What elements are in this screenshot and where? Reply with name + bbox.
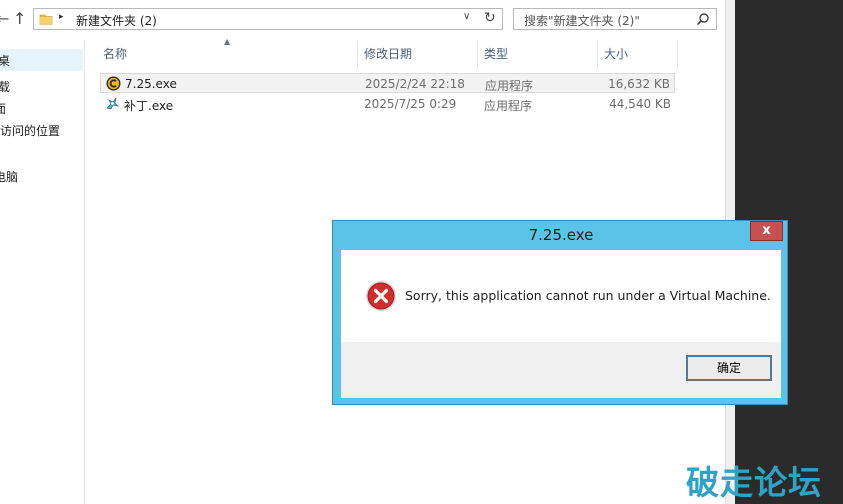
file-row[interactable]: 补丁.exe 2025/7/25 0:29 应用程序 44,540 KB (100, 94, 675, 114)
folder-icon (39, 14, 53, 25)
breadcrumb-separator[interactable]: ▸ (59, 12, 64, 22)
column-header-type[interactable]: 类型 (478, 40, 598, 68)
error-dialog: 7.25.exe x Sorry, this application canno… (332, 220, 788, 405)
error-icon (366, 281, 396, 311)
nav-item-downloads[interactable]: 载 (0, 78, 10, 95)
navigation-pane: 桌 载 面 访问的位置 电脑 (0, 40, 85, 504)
address-bar[interactable]: ▸ 新建文件夹 (2) ∨ ↻ (33, 8, 503, 30)
chevron-down-icon[interactable]: ∨ (463, 11, 470, 22)
forum-watermark: 破走论坛 (686, 463, 822, 502)
close-button[interactable]: x (750, 221, 783, 241)
file-type: 应用程序 (484, 99, 533, 113)
file-modified: 2025/2/24 22:18 (365, 77, 465, 91)
app-c-icon (106, 76, 121, 91)
file-name: 7.25.exe (125, 77, 177, 91)
column-header-name[interactable]: 名称 (97, 40, 358, 68)
file-row[interactable]: 7.25.exe 2025/2/24 22:18 应用程序 16,632 KB (100, 73, 675, 93)
column-header-modified[interactable]: 修改日期 (358, 40, 478, 68)
file-modified: 2025/7/25 0:29 (364, 97, 457, 111)
patch-icon (106, 97, 120, 110)
nav-item-recent-places[interactable]: 访问的位置 (0, 122, 60, 139)
dialog-title: 7.25.exe (528, 226, 594, 244)
nav-item-this-pc[interactable]: 电脑 (0, 168, 18, 185)
file-name: 补丁.exe (124, 99, 174, 113)
search-placeholder: 搜索"新建文件夹 (2)" (524, 14, 640, 28)
file-size: 44,540 KB (609, 97, 671, 111)
column-header-size[interactable]: 大小 (598, 40, 678, 68)
dialog-message: Sorry, this application cannot run under… (405, 288, 771, 303)
up-arrow-icon[interactable]: ↑ (13, 9, 26, 28)
search-icon[interactable] (696, 12, 710, 26)
back-arrow-icon[interactable]: ← (0, 9, 9, 28)
nav-item-documents[interactable]: 面 (0, 100, 6, 117)
refresh-icon[interactable]: ↻ (484, 10, 496, 26)
navigation-bar: ← ↑ ▸ 新建文件夹 (2) ∨ ↻ 搜索"新建文件夹 (2)" (0, 0, 725, 40)
dialog-body: Sorry, this application cannot run under… (341, 250, 781, 398)
breadcrumb-current-folder[interactable]: 新建文件夹 (2) (76, 12, 157, 29)
file-size: 16,632 KB (608, 77, 670, 91)
dialog-footer: 确定 (341, 342, 781, 398)
nav-item-desktop[interactable]: 桌 (0, 52, 10, 69)
search-input[interactable]: 搜索"新建文件夹 (2)" (513, 8, 717, 30)
ok-button[interactable]: 确定 (686, 355, 772, 381)
file-type: 应用程序 (485, 79, 534, 93)
nav-selection-highlight (0, 49, 83, 71)
